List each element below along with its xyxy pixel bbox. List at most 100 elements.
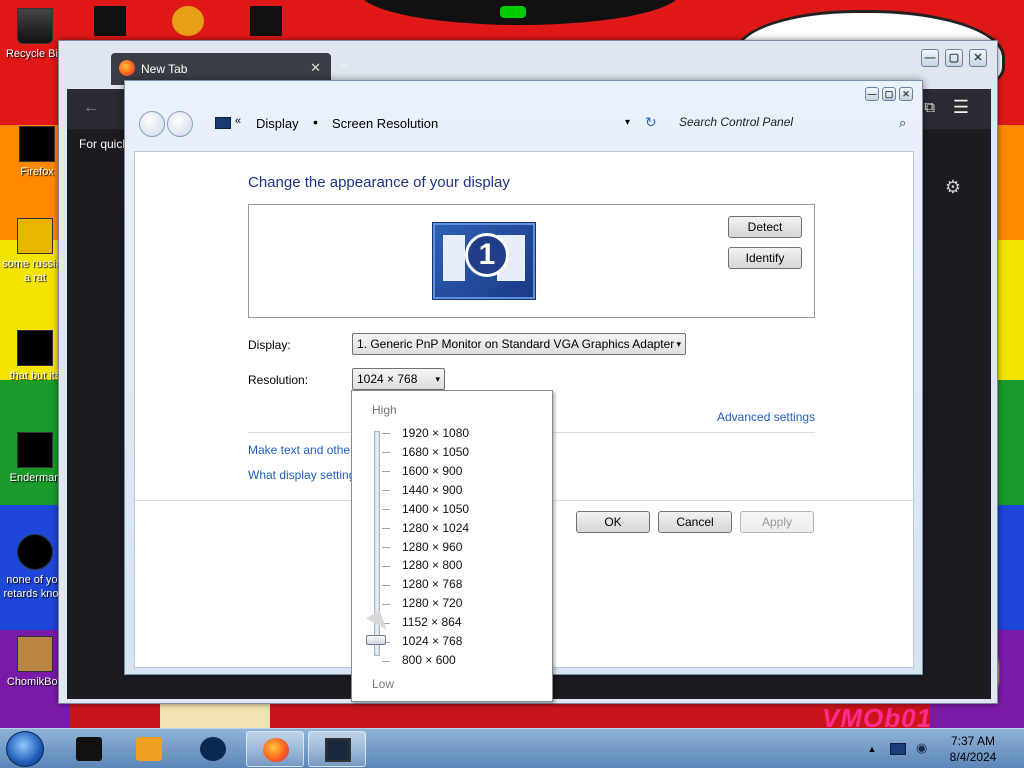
taskbar-item-explorer[interactable] bbox=[60, 731, 118, 767]
hamster-icon bbox=[17, 636, 53, 672]
low-label: Low bbox=[372, 677, 395, 691]
desktop-top-icon[interactable] bbox=[172, 6, 204, 36]
taskbar-item-media-player[interactable] bbox=[120, 731, 178, 767]
breadcrumb-separator: • bbox=[313, 114, 318, 130]
identify-button[interactable]: Identify bbox=[728, 247, 802, 269]
resolution-option[interactable]: 800 × 600 bbox=[402, 653, 456, 667]
slider-tick bbox=[382, 452, 390, 453]
monitor-icon bbox=[325, 738, 351, 762]
slider-tick bbox=[382, 528, 390, 529]
desktop-top-icon[interactable] bbox=[94, 6, 126, 36]
resolution-option[interactable]: 1280 × 720 bbox=[402, 596, 462, 610]
app-icon bbox=[17, 330, 53, 366]
back-button[interactable] bbox=[139, 111, 165, 137]
breadcrumb-display[interactable]: Display bbox=[256, 116, 299, 131]
page-title: Change the appearance of your display bbox=[248, 174, 510, 191]
slider-tick bbox=[382, 661, 390, 662]
advanced-settings-link[interactable]: Advanced settings bbox=[717, 410, 815, 424]
detect-button[interactable]: Detect bbox=[728, 216, 802, 238]
forward-button[interactable] bbox=[167, 111, 193, 137]
resolution-option[interactable]: 1920 × 1080 bbox=[402, 426, 469, 440]
resolution-option[interactable]: 1680 × 1050 bbox=[402, 445, 469, 459]
monitor-number: 1 bbox=[465, 233, 509, 277]
app-icon bbox=[17, 218, 53, 254]
monitor-preview[interactable]: 1 bbox=[433, 223, 535, 299]
resolution-option[interactable]: 1280 × 768 bbox=[402, 577, 462, 591]
slider-tick bbox=[382, 509, 390, 510]
chevron-down-icon: ▾ bbox=[676, 339, 681, 349]
display-preview: 1 Detect Identify bbox=[248, 204, 815, 318]
ok-button[interactable]: OK bbox=[576, 511, 650, 533]
recycle-bin-icon bbox=[17, 8, 53, 44]
quick-text: For quick bbox=[79, 137, 129, 151]
resolution-select[interactable]: 1024 × 768 ▾ bbox=[352, 368, 445, 390]
clock-date: 8/4/2024 bbox=[949, 750, 997, 764]
extensions-icon[interactable]: ⧉ bbox=[924, 99, 935, 116]
resolution-option[interactable]: 1152 × 864 bbox=[402, 615, 462, 629]
firefox-icon bbox=[119, 60, 135, 76]
start-button[interactable] bbox=[6, 731, 44, 767]
resolution-dropdown: High 1920 × 1080 1680 × 1050 1600 × 900 … bbox=[351, 390, 553, 702]
display-label: Display: bbox=[248, 338, 291, 352]
tab-title: New Tab bbox=[141, 62, 188, 76]
new-tab-button[interactable]: + bbox=[339, 55, 350, 76]
slider-tick bbox=[382, 490, 390, 491]
folder-icon bbox=[76, 737, 102, 761]
cancel-button[interactable]: Cancel bbox=[658, 511, 732, 533]
display-select-value: 1. Generic PnP Monitor on Standard VGA G… bbox=[357, 337, 675, 351]
resolution-option[interactable]: 1280 × 960 bbox=[402, 540, 462, 554]
clock-time: 7:37 AM bbox=[950, 734, 996, 748]
slider-tick bbox=[382, 585, 390, 586]
resolution-option[interactable]: 1440 × 900 bbox=[402, 483, 462, 497]
monitor-window-left bbox=[443, 235, 465, 281]
resolution-select-value: 1024 × 768 bbox=[357, 372, 418, 386]
resolution-option[interactable]: 1280 × 1024 bbox=[402, 521, 469, 535]
clock[interactable]: 7:37 AM 8/4/2024 bbox=[934, 733, 1012, 765]
resolution-option-selected[interactable]: 1024 × 768 bbox=[402, 634, 462, 648]
resolution-slider-thumb[interactable] bbox=[366, 635, 386, 645]
slider-tick bbox=[382, 433, 390, 434]
gear-icon[interactable]: ⚙ bbox=[945, 177, 961, 198]
chevron-down-icon[interactable]: ▾ bbox=[625, 117, 630, 128]
tab-close-icon[interactable]: ✕ bbox=[310, 60, 321, 76]
breadcrumb-screen-resolution[interactable]: Screen Resolution bbox=[332, 116, 438, 131]
app-icon bbox=[17, 432, 53, 468]
volume-icon[interactable]: ◉ bbox=[916, 740, 927, 756]
network-icon[interactable] bbox=[890, 743, 906, 755]
taskbar-item-firefox[interactable] bbox=[246, 731, 304, 767]
slider-tick bbox=[382, 566, 390, 567]
make-text-larger-link[interactable]: Make text and other bbox=[248, 443, 354, 457]
what-display-settings-link[interactable]: What display setting bbox=[248, 468, 355, 482]
firefox-icon bbox=[263, 738, 289, 762]
chevron-down-icon: ▾ bbox=[435, 374, 440, 384]
search-input[interactable]: Search Control Panel bbox=[679, 115, 793, 129]
close-button[interactable]: ✕ bbox=[899, 87, 913, 101]
high-label: High bbox=[372, 403, 397, 417]
app-icon bbox=[17, 534, 53, 570]
wallpaper-band-light bbox=[160, 700, 270, 730]
resolution-option[interactable]: 1400 × 1050 bbox=[402, 502, 469, 516]
search-icon[interactable]: ⌕ bbox=[899, 115, 906, 131]
display-select[interactable]: 1. Generic PnP Monitor on Standard VGA G… bbox=[352, 333, 686, 355]
taskbar: ▲ ◉ 7:37 AM 8/4/2024 bbox=[0, 728, 1024, 768]
desktop-top-icon[interactable] bbox=[250, 6, 282, 36]
maximize-button[interactable]: ▢ bbox=[882, 87, 896, 101]
resolution-option[interactable]: 1280 × 800 bbox=[402, 558, 462, 572]
slider-tick bbox=[382, 471, 390, 472]
address-bar: « Display • Screen Resolution ▾ ↻ Search… bbox=[131, 103, 918, 145]
minimize-button[interactable]: — bbox=[921, 49, 939, 67]
taskbar-item-app[interactable] bbox=[184, 731, 242, 767]
back-arrow-icon[interactable]: ← bbox=[83, 99, 99, 117]
refresh-icon[interactable]: ↻ bbox=[645, 114, 657, 131]
show-hidden-icons[interactable]: ▲ bbox=[862, 729, 882, 768]
apply-button[interactable]: Apply bbox=[740, 511, 814, 533]
breadcrumb-overflow[interactable]: « bbox=[235, 115, 241, 127]
mouse-cursor-icon bbox=[366, 610, 390, 636]
slider-tick bbox=[382, 547, 390, 548]
close-button[interactable]: ✕ bbox=[969, 49, 987, 67]
taskbar-item-display-settings[interactable] bbox=[308, 731, 366, 767]
minimize-button[interactable]: — bbox=[865, 87, 879, 101]
hamburger-menu-icon[interactable]: ☰ bbox=[953, 97, 969, 118]
maximize-button[interactable]: ▢ bbox=[945, 49, 963, 67]
resolution-option[interactable]: 1600 × 900 bbox=[402, 464, 462, 478]
